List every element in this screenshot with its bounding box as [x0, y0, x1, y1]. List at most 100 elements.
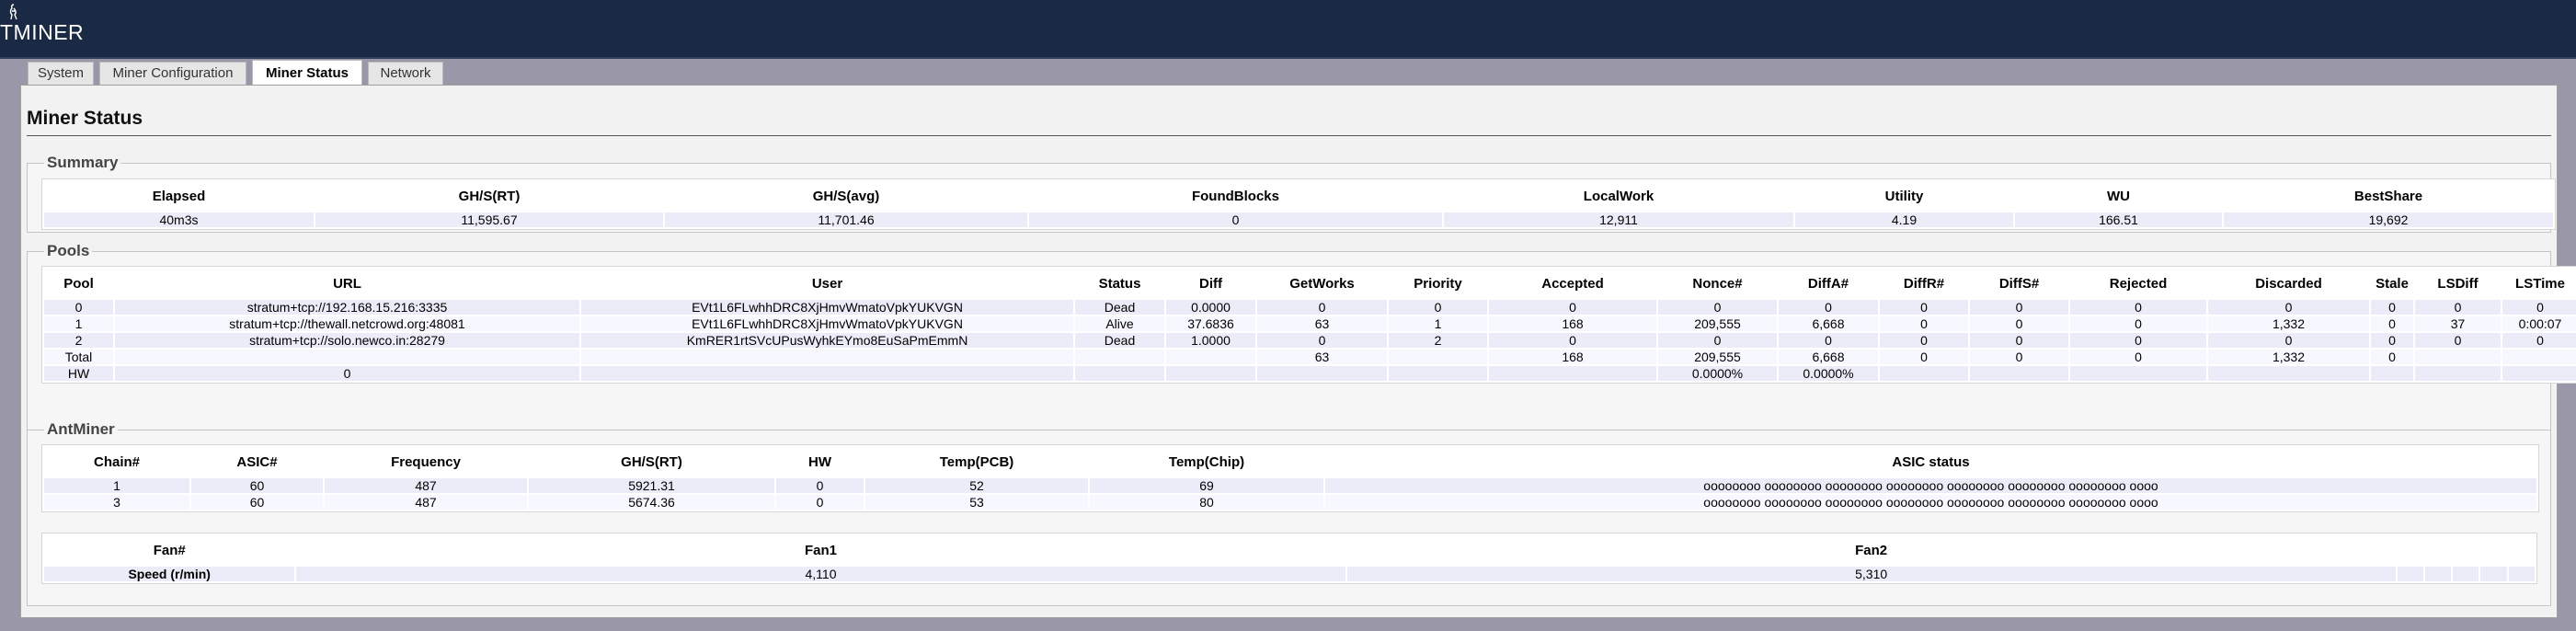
pool-cell-rejected: 0	[2070, 333, 2206, 348]
chain-cell-asic: 60	[191, 478, 323, 493]
pool-cell-pool: 2	[44, 333, 113, 348]
pool-cell-status: Alive	[1075, 316, 1164, 331]
pool-cell-user: KmRER1rtSVcUPusWyhkEYmo8EuSaPmEmmN	[581, 333, 1073, 348]
fan-speed-empty	[2508, 567, 2535, 581]
summary-header-wu: WU	[2015, 181, 2222, 211]
pools-header-accepted: Accepted	[1489, 269, 1656, 298]
chain-cell-asic: 60	[191, 495, 323, 510]
pool-row: Total 63 168 209,555 6,668 0 0 0 1,332 0	[44, 350, 2576, 364]
pool-cell-lstime	[2502, 350, 2576, 364]
pool-cell-url: stratum+tcp://thewall.netcrowd.org:48081	[115, 316, 579, 331]
pool-cell-diff: 1.0000	[1166, 333, 1255, 348]
pool-cell-getworks: 0	[1257, 333, 1387, 348]
fan-header-empty	[2397, 535, 2423, 565]
pool-cell-discarded: 0	[2208, 300, 2369, 315]
pool-cell-diffa: 0.0000%	[1779, 366, 1878, 381]
pools-header-priority: Priority	[1389, 269, 1487, 298]
tab-miner-status[interactable]: Miner Status	[252, 60, 362, 86]
pool-cell-priority: 1	[1389, 316, 1487, 331]
pool-cell-diffs	[1970, 366, 2068, 381]
pool-cell-diffa: 0	[1779, 333, 1878, 348]
chain-cell-temp-chip: 80	[1090, 495, 1323, 510]
chain-header-asic: ASIC#	[191, 447, 323, 476]
pool-cell-rejected: 0	[2070, 300, 2206, 315]
pool-cell-diffs: 0	[1970, 350, 2068, 364]
summary-header-gh-s-avg: GH/S(avg)	[665, 181, 1027, 211]
chain-cell-temp-pcb: 52	[865, 478, 1088, 493]
pool-cell-diffs: 0	[1970, 333, 2068, 348]
pools-header-url: URL	[115, 269, 579, 298]
fan-speed-fan1: 4,110	[296, 567, 1345, 581]
pool-cell-getworks: 0	[1257, 300, 1387, 315]
pools-header-rejected: Rejected	[2070, 269, 2206, 298]
fan-header-fan: Fan#	[44, 535, 295, 565]
tab-system[interactable]: System	[28, 62, 94, 85]
chain-header-hw: HW	[776, 447, 864, 476]
logo-text: TMINER	[0, 20, 85, 44]
pool-cell-pool: HW	[44, 366, 113, 381]
pools-header-diff: Diff	[1166, 269, 1255, 298]
chain-header-frequency: Frequency	[325, 447, 527, 476]
pools-header-user: User	[581, 269, 1073, 298]
pool-cell-url: stratum+tcp://solo.newco.in:28279	[115, 333, 579, 348]
summary-table: Elapsed GH/S(RT) GH/S(avg) FoundBlocks Local…	[41, 178, 2556, 230]
pool-cell-accepted	[1489, 366, 1656, 381]
pools-header-status: Status	[1075, 269, 1164, 298]
chain-header-temp-chip: Temp(Chip)	[1090, 447, 1323, 476]
pool-cell-pool: 0	[44, 300, 113, 315]
pools-header-discarded: Discarded	[2208, 269, 2369, 298]
tab-miner-configuration[interactable]: Miner Configuration	[99, 62, 246, 85]
pool-cell-diff	[1166, 366, 1255, 381]
pool-cell-pool: 1	[44, 316, 113, 331]
pools-header-diffs: DiffS#	[1970, 269, 2068, 298]
pool-cell-diffa: 6,668	[1779, 316, 1878, 331]
pool-cell-lsdiff	[2415, 350, 2501, 364]
summary-header-utility: Utility	[1795, 181, 2013, 211]
pools-header-lsdiff: LSDiff	[2415, 269, 2501, 298]
pool-cell-getworks	[1257, 366, 1387, 381]
pool-cell-diffr: 0	[1880, 316, 1968, 331]
antminer-logo: TMINER	[0, 4, 85, 48]
pools-header-lstime: LSTime	[2502, 269, 2576, 298]
chain-row: 1 60 487 5921.31 0 52 69 oooooooo oooooooo oooo…	[44, 478, 2536, 493]
content-panel: Miner Status Summary Elapsed GH/S(RT) GH/S…	[20, 85, 2576, 618]
pool-cell-priority	[1389, 350, 1487, 364]
chain-header-temp-pcb: Temp(PCB)	[865, 447, 1088, 476]
pool-cell-status	[1075, 366, 1164, 381]
pool-cell-lstime: 0	[2502, 333, 2576, 348]
pool-cell-rejected	[2070, 366, 2206, 381]
pool-cell-diffr: 0	[1880, 300, 1968, 315]
pools-header-diffa: DiffA#	[1779, 269, 1878, 298]
fan-header-empty	[2453, 535, 2479, 565]
tab-network[interactable]: Network	[368, 62, 443, 85]
summary-header-localwork: LocalWork	[1444, 181, 1793, 211]
chain-header-chain: Chain#	[44, 447, 189, 476]
pools-legend: Pools	[47, 242, 90, 259]
pool-cell-url: 0	[115, 366, 579, 381]
chain-cell-gh-s-rt: 5921.31	[529, 478, 774, 493]
chain-cell-hw: 0	[776, 495, 864, 510]
pool-cell-user: EVt1L6FLwhhDRC8XjHmvWmatoVpkYUKVGN	[581, 300, 1073, 315]
fan-header-fan2: Fan2	[1346, 535, 2396, 565]
summary-value-wu: 166.51	[2015, 212, 2222, 227]
chain-cell-temp-pcb: 53	[865, 495, 1088, 510]
pool-row: 1 stratum+tcp://thewall.netcrowd.org:4808…	[44, 316, 2576, 331]
pool-cell-getworks: 63	[1257, 350, 1387, 364]
pool-row: 0 stratum+tcp://192.168.15.216:3335 EVt1L6…	[44, 300, 2576, 315]
pool-cell-status: Dead	[1075, 333, 1164, 348]
chain-cell-temp-chip: 69	[1090, 478, 1323, 493]
pool-cell-diffs: 0	[1970, 316, 2068, 331]
fan-speed-empty	[2480, 567, 2507, 581]
pool-cell-pool: Total	[44, 350, 113, 364]
pool-cell-priority: 2	[1389, 333, 1487, 348]
pool-cell-lstime: 0:00:07	[2502, 316, 2576, 331]
pool-row: 2 stratum+tcp://solo.newco.in:28279 KmRER1…	[44, 333, 2576, 348]
summary-value-foundblocks: 0	[1029, 212, 1442, 227]
pool-cell-diffs: 0	[1970, 300, 2068, 315]
pool-cell-accepted: 0	[1489, 333, 1656, 348]
pool-cell-diff: 0.0000	[1166, 300, 1255, 315]
pools-table: Pool URL User Status Diff GetWorks Priority Acc…	[41, 266, 2576, 384]
pool-cell-discarded: 1,332	[2208, 316, 2369, 331]
page-title: Miner Status	[27, 108, 143, 129]
pool-cell-diffr: 0	[1880, 333, 1968, 348]
